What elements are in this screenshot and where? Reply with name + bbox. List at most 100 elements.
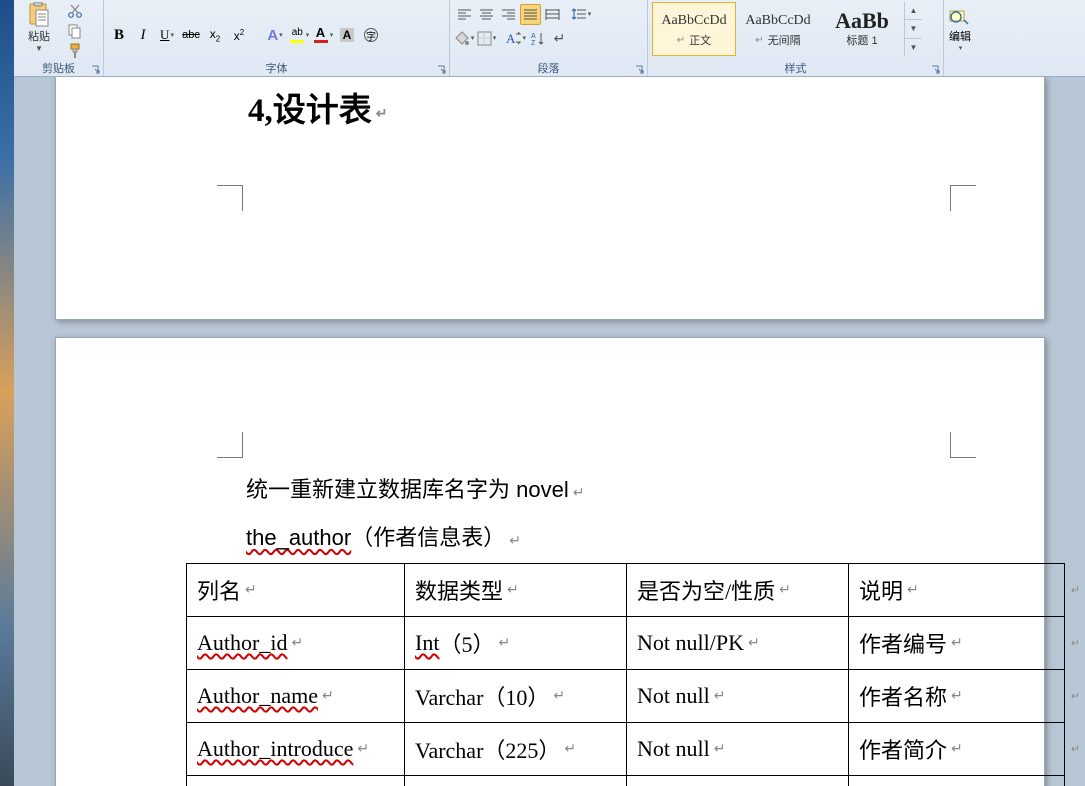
table-row: Author_introduce↵ Varchar（225）↵ Not null… [187,722,1065,775]
borders-button[interactable]: ▾ [476,28,497,49]
header-col-desc[interactable]: 说明↵↵ [849,563,1065,616]
author-table: 列名↵ 数据类型↵ 是否为空/性质↵ 说明↵↵ Author_id↵ Int（5… [186,563,1065,786]
font-dialog-launcher[interactable] [436,64,446,74]
margin-corner-bl [217,185,243,211]
dialog-launcher-icon [91,65,100,74]
char-shading-icon: A [340,28,355,42]
heading-4: 4,设计表↵ [56,77,1044,131]
enclose-char-button[interactable]: 字 [360,24,382,46]
borders-icon [477,31,492,46]
line-spacing-icon [572,7,587,22]
strikethrough-button[interactable]: abc [180,24,202,46]
header-col-null[interactable]: 是否为空/性质↵ [627,563,849,616]
change-case-icon: A [505,31,521,46]
style-scroll: ▲ ▼ ▼ [904,2,922,56]
document-area[interactable]: 4,设计表↵ 统一重新建立数据库名字为 novel↵ the_author（作者… [14,77,1085,786]
header-col-name[interactable]: 列名↵ [187,563,405,616]
ribbon-group-paragraph: ▾ ▾ ▾ A▾ AZ ↵ 段落 [450,0,648,76]
shading-button[interactable]: ▾ [454,28,475,49]
table-row: Author_id↵ Int（5）↵ Not null/PK↵ 作者编号↵↵ [187,616,1065,669]
italic-button[interactable]: I [132,24,154,46]
margin-corner-tr [950,432,976,458]
style-preview: AaBbCcDd [745,10,810,32]
subscript-button[interactable]: x2 [204,24,226,46]
align-right-icon [501,8,516,21]
paragraph-dialog-launcher[interactable] [634,64,644,74]
enclose-char-icon: 字 [364,28,378,42]
bold-button[interactable]: B [108,24,130,46]
align-distributed-button[interactable] [542,4,563,25]
style-no-spacing[interactable]: AaBbCcDd ↵无间隔 [736,2,820,56]
svg-text:A: A [531,33,536,40]
clipboard-dialog-launcher[interactable] [90,64,100,74]
align-center-icon [479,8,494,21]
style-name-label: 正文 [689,32,711,48]
table-row: Author_name↵ Varchar（10）↵ Not null↵ 作者名称… [187,669,1065,722]
dropdown-arrow: ▾ [170,31,174,39]
align-right-button[interactable] [498,4,519,25]
ribbon-group-clipboard: 粘贴 ▼ [14,0,104,76]
dialog-launcher-icon [931,65,940,74]
format-painter-button[interactable] [66,42,84,60]
cut-button[interactable] [66,2,84,20]
style-name-label: 标题 1 [846,32,877,48]
sort-button[interactable]: AZ [527,28,548,49]
highlight-button[interactable]: ab ▾ [288,24,310,46]
font-color-icon: A [313,27,329,43]
table-row: Author_works↵ Varchar（100）↵ Not null↵ 作者… [187,775,1065,786]
paragraph-mark: ↵ [509,525,521,556]
paragraph-group-label: 段落 [450,60,647,74]
paste-dropdown-arrow: ▼ [35,44,43,53]
align-left-button[interactable] [454,4,475,25]
page-1: 4,设计表↵ [55,77,1045,320]
margin-corner-br [950,185,976,211]
align-justify-button[interactable] [520,4,541,25]
style-gallery-expand[interactable]: ▼ [905,39,922,56]
underline-icon: U [160,27,169,43]
cut-icon [67,3,83,19]
editing-menu-button[interactable]: 编辑 ▾ [948,2,972,58]
dropdown-arrow: ▾ [959,44,963,52]
style-scroll-up[interactable]: ▲ [905,2,922,20]
ribbon-group-editing: 编辑 ▾ [944,0,992,76]
char-shading-button[interactable]: A [336,24,358,46]
shading-icon [455,31,470,46]
align-distributed-icon [545,8,560,21]
ribbon: 粘贴 ▼ [14,0,1085,77]
change-case-button[interactable]: A▾ [505,28,526,49]
sort-icon: AZ [530,31,545,46]
svg-text:Z: Z [531,40,536,46]
highlight-icon: ab [289,27,305,43]
subscript-icon: x2 [210,27,220,43]
align-justify-icon [523,8,538,21]
paragraph-mark: ↵ [376,105,388,121]
align-left-icon [457,8,472,21]
underline-button[interactable]: U▾ [156,24,178,46]
svg-text:A: A [506,31,516,46]
style-preview: AaBbCcDd [661,10,726,32]
style-scroll-down[interactable]: ▼ [905,20,922,38]
strikethrough-icon: abc [182,29,200,41]
intro-paragraph: 统一重新建立数据库名字为 novel↵ [56,466,1044,514]
header-col-type[interactable]: 数据类型↵ [405,563,627,616]
style-name-label: 无间隔 [768,32,801,48]
table-header-row: 列名↵ 数据类型↵ 是否为空/性质↵ 说明↵↵ [187,563,1065,616]
superscript-icon: x2 [234,28,244,43]
paste-button[interactable]: 粘贴 ▼ [18,2,60,58]
styles-dialog-launcher[interactable] [930,64,940,74]
align-center-button[interactable] [476,4,497,25]
ribbon-group-font: B I U▾ abc x2 x2 A▾ ab ▾ A [104,0,450,76]
style-heading1[interactable]: AaBb 标题 1 [820,2,904,56]
superscript-button[interactable]: x2 [228,24,250,46]
text-effects-button[interactable]: A▾ [264,24,286,46]
font-color-button[interactable]: A ▾ [312,24,334,46]
line-spacing-button[interactable]: ▾ [571,4,592,25]
show-marks-button[interactable]: ↵ [549,28,570,49]
copy-button[interactable] [66,22,84,40]
styles-group-label: 样式 [648,60,943,74]
margin-corner-tl [217,432,243,458]
text-effects-icon: A [267,27,278,44]
paste-icon [27,2,51,28]
style-normal[interactable]: AaBbCcDd ↵正文 [652,2,736,56]
table1-caption: the_author（作者信息表）↵ [56,514,1044,562]
